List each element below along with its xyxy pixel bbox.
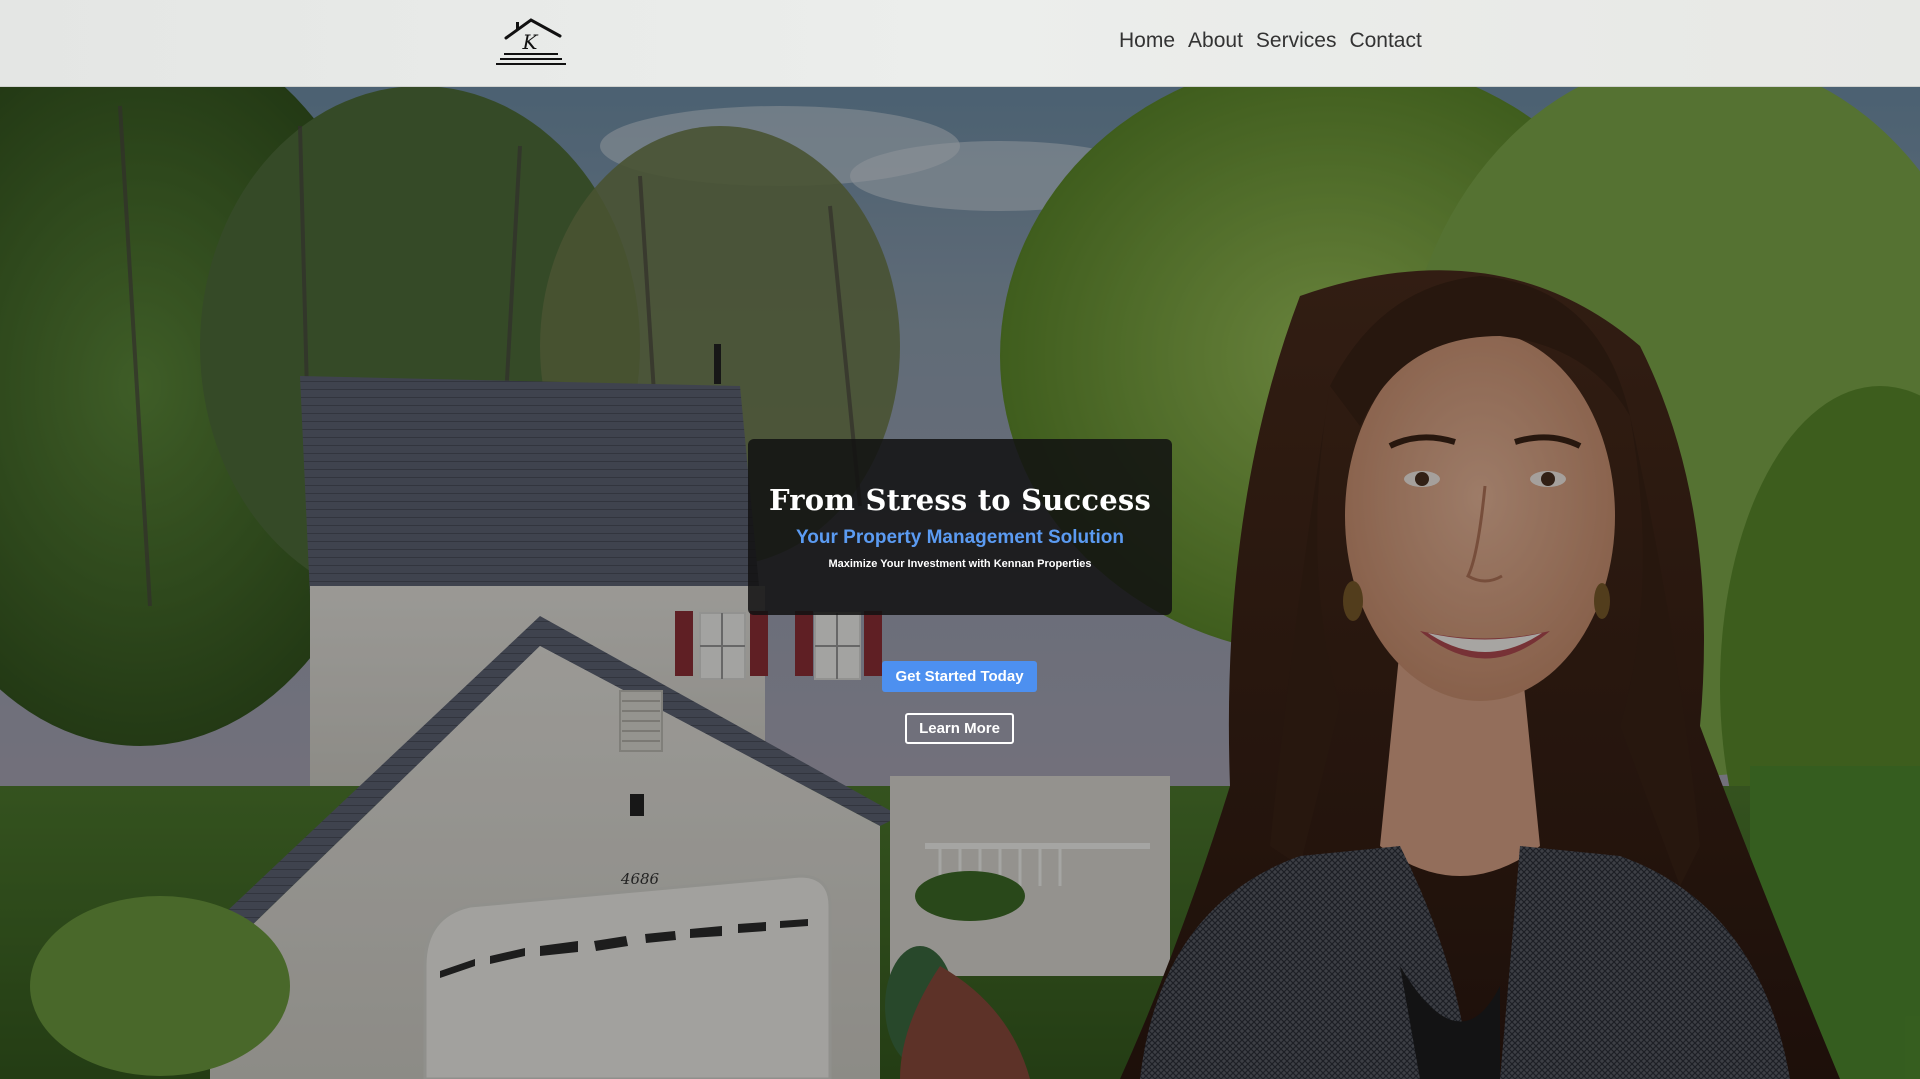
hero-title: From Stress to Success <box>769 483 1151 517</box>
learn-more-button[interactable]: Learn More <box>905 713 1014 744</box>
nav-home[interactable]: Home <box>1119 28 1175 54</box>
nav-about[interactable]: About <box>1188 28 1243 54</box>
hero-tagline: Maximize Your Investment with Kennan Pro… <box>828 558 1092 570</box>
house-logo-icon: K <box>496 18 566 65</box>
hero-text-card: From Stress to Success Your Property Man… <box>748 439 1172 615</box>
logo-letter: K <box>522 30 539 54</box>
page: K Home About Services Contact 4686 From … <box>0 0 1920 1079</box>
site-header: K Home About Services Contact <box>0 0 1920 87</box>
get-started-button[interactable]: Get Started Today <box>882 661 1037 692</box>
main-nav: Home About Services Contact <box>1119 28 1422 54</box>
kennan-properties-logo[interactable]: K <box>494 14 568 66</box>
hero-section: 4686 From Stress to Success Your Propert… <box>0 86 1920 1079</box>
hero-subtitle: Your Property Management Solution <box>796 527 1124 548</box>
nav-contact[interactable]: Contact <box>1349 28 1421 54</box>
nav-services[interactable]: Services <box>1256 28 1337 54</box>
